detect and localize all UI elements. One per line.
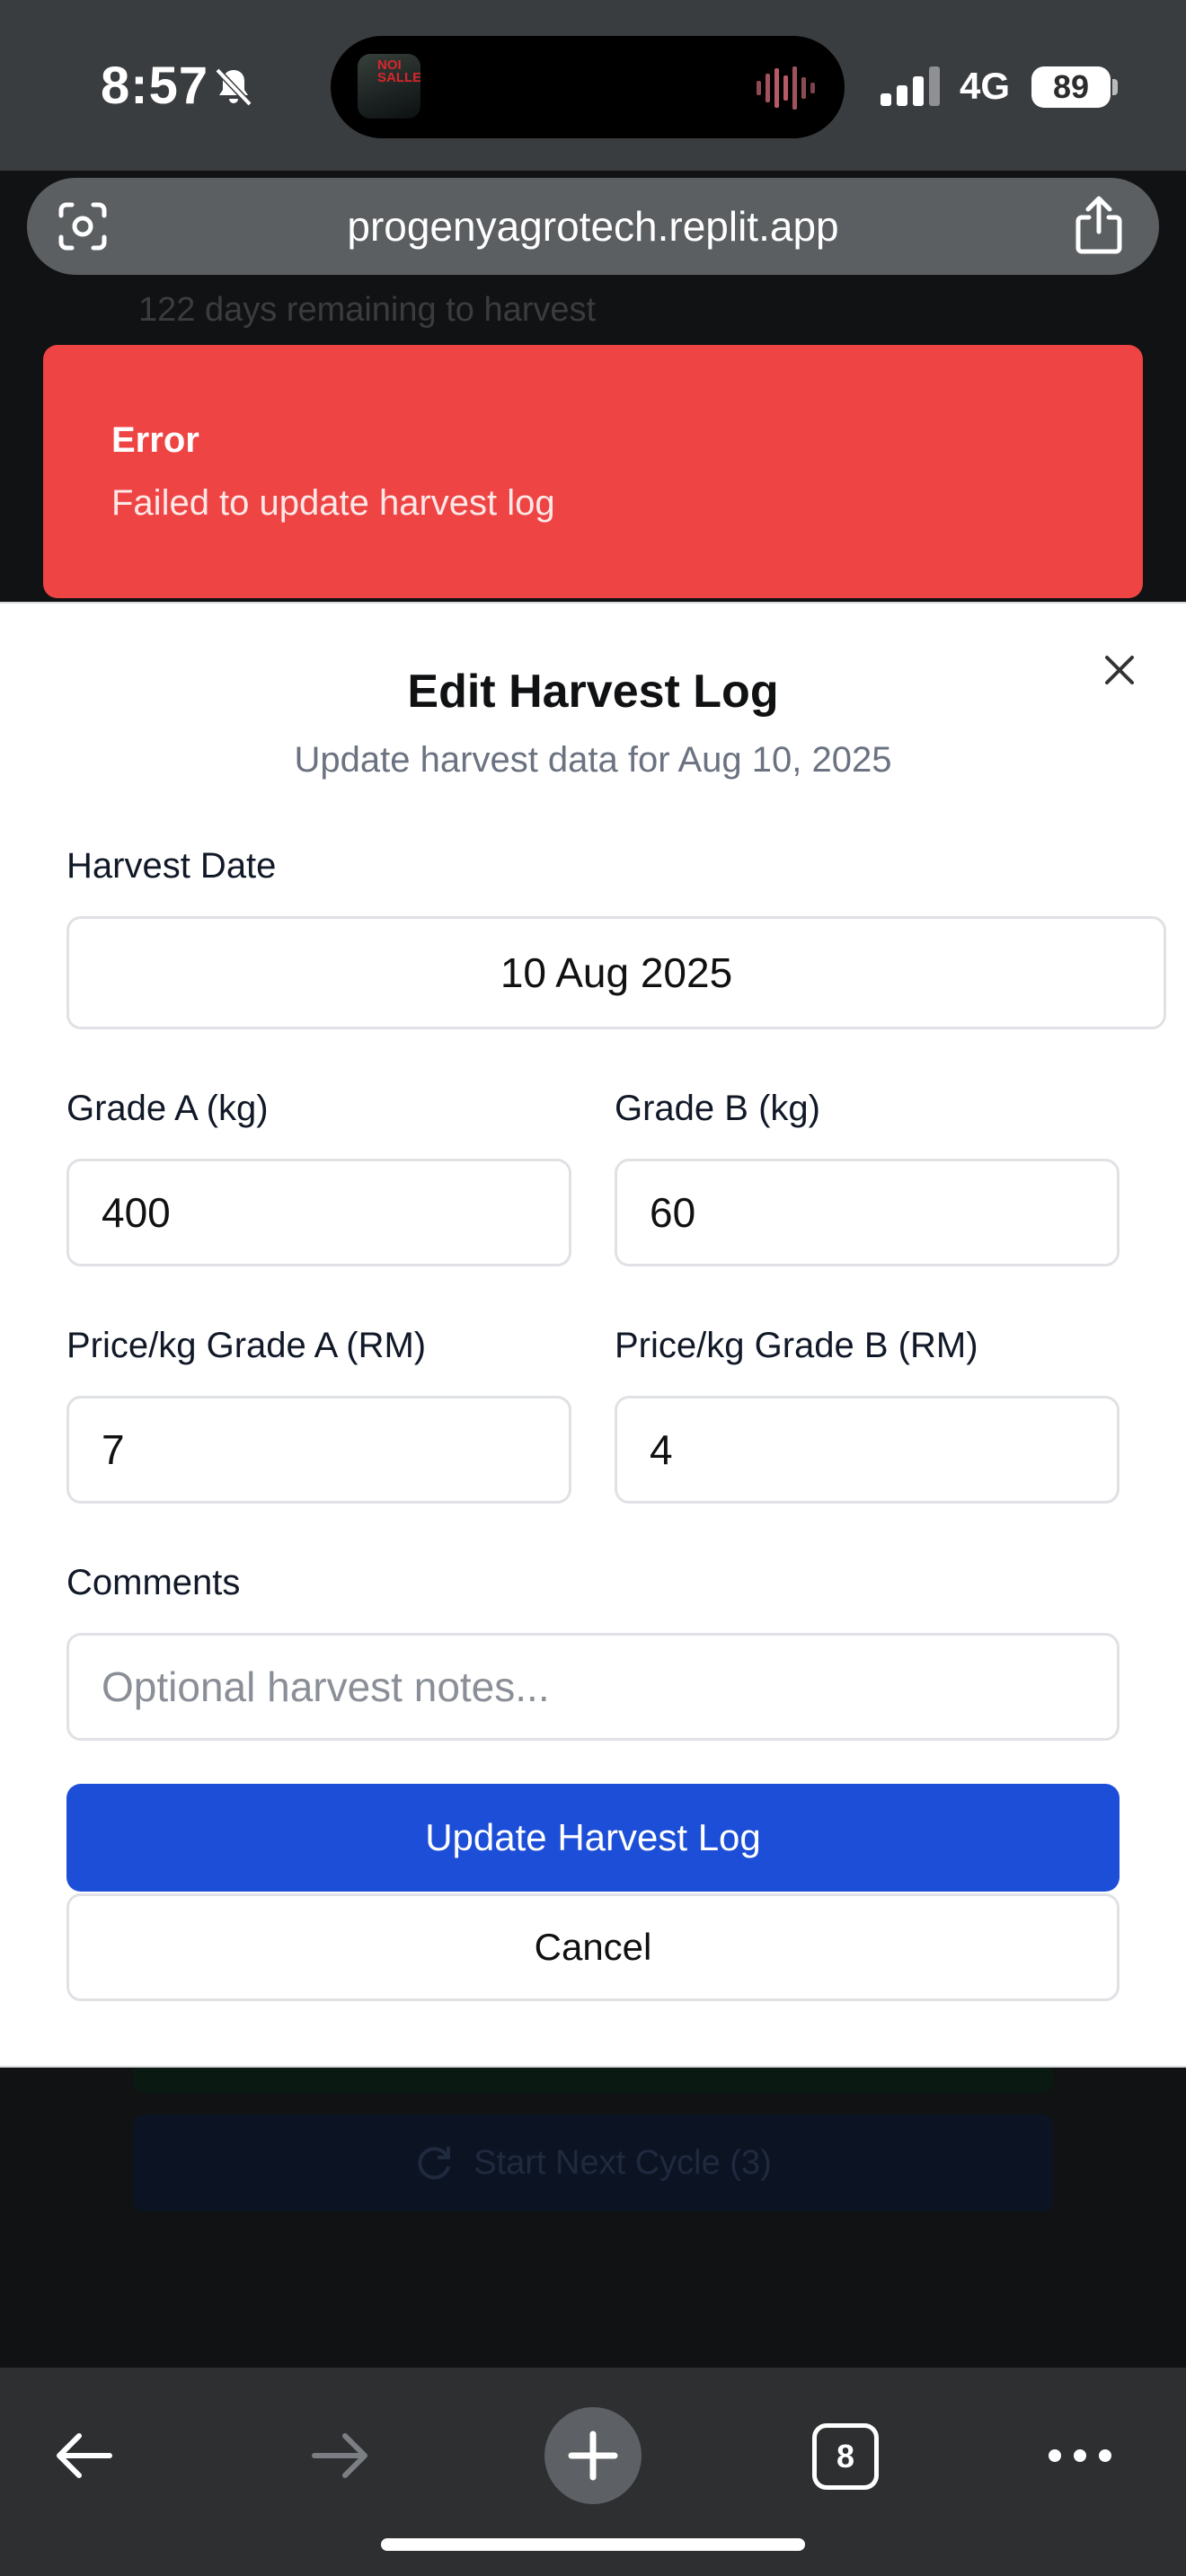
arrow-left-icon[interactable]: [50, 2422, 119, 2490]
days-remaining-text: 122 days remaining to harvest: [138, 291, 597, 329]
refresh-icon: [418, 2147, 451, 2180]
dialog-title: Edit Harvest Log: [407, 666, 779, 718]
toast-message: Failed to update harvest log: [111, 483, 555, 523]
battery-indicator: 89: [1031, 66, 1111, 108]
browser-toolbar: 8: [0, 2368, 1186, 2576]
battery-nub: [1112, 79, 1118, 95]
harvest-date-label: Harvest Date: [66, 846, 277, 886]
now-playing-artwork: NOI SALLE: [358, 54, 420, 119]
grade-a-label: Grade A (kg): [66, 1089, 269, 1128]
start-next-cycle-button: Start Next Cycle (3): [133, 2114, 1053, 2211]
start-next-cycle-label: Start Next Cycle (3): [474, 2143, 772, 2182]
plus-icon: [568, 2430, 618, 2481]
status-time: 8:57: [101, 57, 209, 115]
share-icon[interactable]: [1071, 196, 1127, 255]
url-text[interactable]: progenyagrotech.replit.app: [27, 178, 1159, 275]
comments-label: Comments: [66, 1563, 241, 1602]
update-harvest-log-button[interactable]: Update Harvest Log: [66, 1784, 1120, 1892]
error-toast[interactable]: Error Failed to update harvest log: [43, 345, 1143, 598]
price-a-input[interactable]: 7: [66, 1396, 571, 1504]
dialog-subtitle: Update harvest data for Aug 10, 2025: [294, 740, 892, 780]
price-a-label: Price/kg Grade A (RM): [66, 1326, 427, 1365]
grade-b-input[interactable]: 60: [615, 1159, 1120, 1266]
close-icon[interactable]: [1098, 648, 1141, 692]
cancel-button[interactable]: Cancel: [66, 1893, 1120, 2001]
audio-waveform-icon: [757, 66, 815, 110]
edit-harvest-dialog: Edit Harvest Log Update harvest data for…: [0, 602, 1186, 2068]
harvest-date-field[interactable]: 10 Aug 2025: [66, 916, 1166, 1029]
grade-b-label: Grade B (kg): [615, 1089, 820, 1128]
price-b-input[interactable]: 4: [615, 1396, 1120, 1504]
grade-a-input[interactable]: 400: [66, 1159, 571, 1266]
status-bar: 8:57 NOI SALLE 4G 89: [0, 0, 1186, 171]
network-type: 4G: [960, 65, 1011, 107]
comments-input[interactable]: Optional harvest notes...: [66, 1633, 1120, 1741]
address-bar[interactable]: progenyagrotech.replit.app: [27, 178, 1159, 275]
new-tab-button[interactable]: [544, 2407, 642, 2504]
camera-lens-icon[interactable]: [58, 201, 108, 251]
toast-title: Error: [111, 420, 199, 460]
cellular-signal-icon: [881, 66, 940, 106]
more-dots-icon[interactable]: [1046, 2443, 1114, 2468]
arrow-right-icon[interactable]: [305, 2422, 374, 2490]
bell-slash-icon: [215, 67, 252, 107]
price-b-label: Price/kg Grade B (RM): [615, 1326, 978, 1365]
home-indicator[interactable]: [381, 2538, 805, 2551]
tab-switcher-button[interactable]: 8: [812, 2423, 879, 2490]
